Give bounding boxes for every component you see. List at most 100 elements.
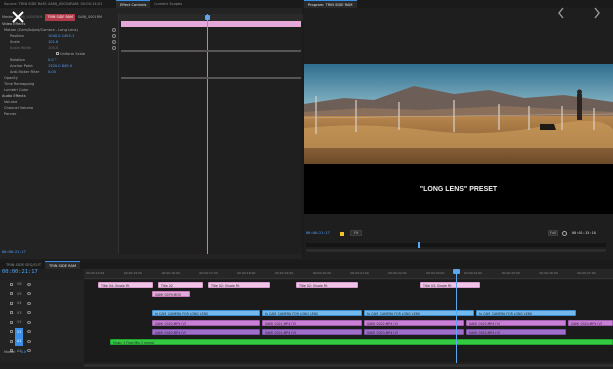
timeline-clip[interactable]: Title 04: Single Fit <box>98 281 153 288</box>
eye-icon[interactable] <box>27 320 32 324</box>
reset-icon[interactable] <box>112 34 116 38</box>
anchor-point-value[interactable]: 1320.0 849.0 <box>48 64 72 68</box>
subtab-sequence[interactable]: TRIN SIDE RAM <box>45 14 75 21</box>
timeline-playhead[interactable] <box>456 269 457 363</box>
back-chevron-icon[interactable] <box>556 6 566 20</box>
timeline-clip[interactable]: SAMJ_0022.MP4 [V] <box>364 319 464 326</box>
position-value[interactable]: 1040.0 1455.1 <box>48 34 74 38</box>
timeline-clip[interactable]: SAMJ_0024.MP4 [V] <box>466 329 566 335</box>
ruler-tick-label: 00:00:21:00 <box>350 271 369 275</box>
lock-icon[interactable] <box>10 330 13 333</box>
timeline-clip[interactable]: SAMJ_0020.MP4 [V] <box>152 319 260 326</box>
effect-row[interactable]: Uniform Scale <box>56 51 85 57</box>
timeline-clip[interactable]: SAMJ_0023.MP4 [V] <box>364 329 464 335</box>
program-playhead[interactable] <box>418 242 420 248</box>
timeline-clip[interactable]: fx CAM_CAMERA FOR LONG LENS <box>364 310 474 316</box>
marker-icon[interactable] <box>340 232 344 236</box>
video-frame[interactable]: "LONG LENS" PRESET <box>304 64 613 214</box>
timeline-clip[interactable]: SAMJ_0024.MP4 [V] <box>568 319 613 326</box>
lock-icon[interactable] <box>10 301 13 305</box>
full-dropdown[interactable]: Full <box>548 230 558 236</box>
eye-icon[interactable] <box>27 292 32 295</box>
fit-dropdown[interactable]: Fit <box>350 230 362 236</box>
master-value[interactable]: 0.0 <box>21 350 26 354</box>
mini-playhead-handle[interactable] <box>205 15 210 20</box>
effect-row[interactable]: Scale Width 100.0 <box>10 45 58 51</box>
timeline-clip[interactable]: Music 1 Final Mix 2 mixed <box>110 338 613 345</box>
program-timecode[interactable]: 00:00:21:17 <box>306 231 330 235</box>
scale-value[interactable]: 101.6 <box>48 40 58 44</box>
ruler-tick-label: 00:00:14:04 <box>86 271 105 275</box>
forward-chevron-icon[interactable] <box>592 6 602 20</box>
timeline-clip[interactable]: SAMJ_0079.MOV <box>152 291 190 297</box>
reset-icon[interactable] <box>112 28 116 32</box>
ruler-tick-label: 00:00:16:00 <box>161 271 180 275</box>
program-scrub-bar[interactable] <box>306 242 606 248</box>
mini-ruler[interactable] <box>119 14 303 21</box>
timeline-clip[interactable]: SAMJ_0023.MP4 [V] <box>466 319 566 326</box>
lock-icon[interactable] <box>10 311 13 314</box>
timeline-tab[interactable]: TRIN SIDE SEQ/CUT <box>2 261 45 269</box>
program-zoom-bar[interactable] <box>306 249 606 252</box>
timeline-playhead-handle[interactable] <box>453 269 460 274</box>
lock-icon[interactable] <box>10 339 13 343</box>
mini-clip-bar[interactable] <box>121 21 301 27</box>
checkbox-icon[interactable] <box>56 52 59 55</box>
program-title[interactable]: Program: TRIN SIDE RAM <box>304 0 357 8</box>
close-icon[interactable] <box>11 10 25 24</box>
timeline-clip[interactable]: Title 02 <box>158 281 203 288</box>
effect-controls-timecode[interactable]: 00:00:21:17 <box>2 250 26 254</box>
timeline-timecode[interactable]: 00:00:21:17 <box>2 269 38 275</box>
track-header[interactable]: V4 <box>0 299 84 308</box>
reset-icon[interactable] <box>112 46 116 50</box>
track-header[interactable]: V6 <box>0 280 84 289</box>
eye-icon[interactable] <box>27 282 32 286</box>
scale-width-value[interactable]: 100.0 <box>48 46 58 50</box>
eye-icon[interactable] <box>27 301 32 305</box>
timeline-clip[interactable]: SAMJ_0021.MP4 [V] <box>262 319 362 326</box>
reset-icon[interactable] <box>112 40 116 44</box>
settings-icon[interactable] <box>562 231 567 236</box>
track-header[interactable]: V2 <box>0 318 84 327</box>
timeline-clip[interactable]: SAMJ_0020.MP4 [V] <box>152 329 260 335</box>
track-area[interactable]: Title 04: Single Fit Title 02 Title 02: Si… <box>84 280 613 362</box>
ruler-tick-label: 00:00:25:00 <box>501 271 520 275</box>
rotation-value[interactable]: 0.0 ° <box>48 58 57 62</box>
track-header[interactable]: A1 <box>0 337 84 346</box>
track-name: V5 <box>17 291 22 296</box>
timeline-scrollbar[interactable] <box>84 364 613 367</box>
eye-icon[interactable] <box>27 330 32 333</box>
timeline-ruler[interactable]: 00:00:14:04 00:00:15:00 00:00:16:00 00:00:1… <box>84 269 613 279</box>
timeline-clip[interactable]: fx CAM_CAMERA FOR LONG LENS <box>152 310 260 316</box>
timeline-clip[interactable]: fx CAM_CAMERA FOR LONG LENS <box>476 310 576 316</box>
tab-effect-controls[interactable]: Effect Controls <box>116 0 151 8</box>
program-transport: 00:00:21:17 Fit Full 00:01:15:10 <box>304 228 613 240</box>
master-row: Master 0.0 <box>4 350 26 354</box>
track-header[interactable]: V5 <box>0 290 84 299</box>
track-header[interactable]: V1 <box>0 327 84 337</box>
source-header[interactable]: Source: TRIN SIDE RAM: SAMJ_00034RAM: 00… <box>0 0 116 8</box>
eye-icon[interactable] <box>27 349 32 352</box>
audio-row[interactable]: Panner <box>4 111 16 117</box>
lock-icon[interactable] <box>10 282 13 286</box>
ruler-tick-label: 00:00:19:00 <box>274 271 294 275</box>
timeline-tab-active[interactable]: TRIN SIDE RAM <box>45 261 81 269</box>
track-header[interactable]: V3 <box>0 309 84 318</box>
effect-rows: Motion (Cam/Adjust/Camera - Long Lens) P… <box>0 27 118 147</box>
effect-mini-timeline[interactable] <box>118 14 303 254</box>
timeline-clip[interactable]: fx CAM_CAMERA FOR LONG LENS <box>262 310 362 316</box>
eye-icon[interactable] <box>27 339 32 343</box>
lock-icon[interactable] <box>10 292 13 295</box>
timeline-clip[interactable]: Title 02: Single Fit <box>208 281 270 288</box>
timeline-tabbar: TRIN SIDE SEQ/CUT TRIN SIDE RAM <box>0 261 613 269</box>
timeline-clip[interactable]: Title 02: Single Fit <box>296 281 358 288</box>
subtab-clip-2[interactable]: SAMJ_0001RM <box>78 14 102 21</box>
timeline-clip[interactable]: Title 03: Single Fit <box>420 281 480 288</box>
ruler-tick-label: 00:00:22:00 <box>388 271 407 275</box>
timeline-clip[interactable]: SAMJ_0021.MP4 [V] <box>262 329 362 335</box>
reset-icons-column <box>112 27 117 117</box>
eye-icon[interactable] <box>27 311 32 314</box>
lock-icon[interactable] <box>10 320 13 324</box>
tab-lumetri-scopes[interactable]: Lumetri Scopes <box>150 0 186 8</box>
anti-flicker-value[interactable]: 0.00 <box>48 70 56 74</box>
